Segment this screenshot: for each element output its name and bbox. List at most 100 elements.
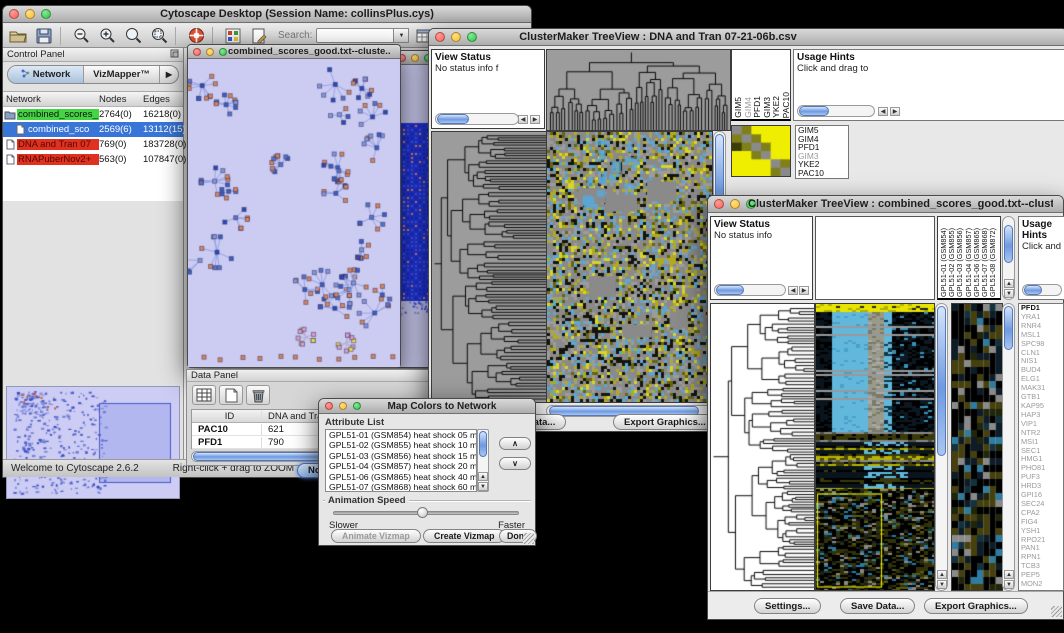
- network-table-row[interactable]: RNAPuberNov2+563(0)107847(0): [3, 152, 183, 167]
- network-table-body: combined_scores_2764(0)16218(0)combined_…: [3, 107, 183, 167]
- save-data-button[interactable]: Save Data...: [840, 598, 915, 614]
- tv1-summary-matrix-canvas[interactable]: [731, 125, 791, 177]
- tv1-row-dendrogram-canvas[interactable]: [431, 131, 547, 403]
- network-view-canvas[interactable]: [188, 59, 400, 367]
- help-icon[interactable]: [185, 26, 207, 46]
- zoom-in-icon[interactable]: [96, 26, 118, 46]
- attribute-listbox[interactable]: GPL51-01 (GSM854) heat shock 05 minGPL51…: [325, 429, 477, 492]
- settings-button[interactable]: Settings...: [754, 598, 821, 614]
- tab-vizmapper[interactable]: VizMapper™: [84, 66, 160, 83]
- export-graphics-button[interactable]: Export Graphics...: [613, 414, 717, 430]
- attribute-list-item[interactable]: GPL51-07 (GSM868) heat shock 60 min: [326, 482, 476, 492]
- network-window-titlebar[interactable]: combined_scores_good.txt--cluste...: [188, 45, 400, 59]
- treeview2-window: ClusterMaker TreeView : combined_scores_…: [707, 195, 1064, 620]
- col-id[interactable]: ID: [192, 411, 262, 422]
- close-icon[interactable]: [714, 199, 724, 209]
- network-table-row[interactable]: combined_sco2569(6)13112(15): [3, 122, 183, 137]
- attribute-list-item[interactable]: GPL51-03 (GSM856) heat shock 15 min: [326, 451, 476, 461]
- zoom-selected-icon[interactable]: [122, 26, 144, 46]
- scroll-up-icon[interactable]: ▲: [478, 472, 488, 481]
- move-down-button[interactable]: ∨: [499, 457, 531, 470]
- minimize-icon[interactable]: [339, 402, 347, 410]
- tv2-row-dendrogram-canvas[interactable]: [710, 303, 815, 591]
- scroll-up-icon[interactable]: ▲: [937, 570, 947, 579]
- minimize-icon[interactable]: [25, 9, 35, 19]
- resize-grip[interactable]: [1051, 606, 1062, 617]
- move-up-button[interactable]: ∧: [499, 437, 531, 450]
- minimize-icon[interactable]: [730, 199, 740, 209]
- slider-thumb[interactable]: [417, 507, 428, 518]
- gene-label[interactable]: MON2: [1019, 580, 1063, 589]
- network-nodes: 769(0): [99, 139, 143, 150]
- create-attribute-icon[interactable]: [219, 385, 243, 405]
- search-combobox[interactable]: ▼: [316, 28, 409, 43]
- resize-grip[interactable]: [523, 533, 534, 544]
- view-status-hscrollbar[interactable]: [435, 113, 519, 125]
- annotate-icon[interactable]: [248, 26, 270, 46]
- tv2-column-dendrogram-area[interactable]: [815, 216, 935, 300]
- birds-eye-view-canvas[interactable]: [6, 386, 180, 499]
- scroll-down-icon[interactable]: ▼: [937, 580, 947, 589]
- tv1-column-dendrogram-canvas[interactable]: [546, 49, 731, 131]
- create-vizmap-button[interactable]: Create Vizmap: [423, 529, 505, 543]
- down-arrow-label: ∨: [512, 459, 518, 468]
- minimize-icon[interactable]: [206, 48, 214, 56]
- vizmapper-icon[interactable]: [222, 26, 244, 46]
- gene-label[interactable]: PAC10: [796, 169, 848, 178]
- dialog-titlebar[interactable]: Map Colors to Network: [319, 399, 535, 414]
- scroll-left-icon[interactable]: ◀: [878, 107, 888, 116]
- zoom-window-icon[interactable]: [219, 48, 227, 56]
- close-icon[interactable]: [9, 9, 19, 19]
- tab-overflow-button[interactable]: ▶: [160, 66, 178, 83]
- scroll-up-icon[interactable]: ▲: [1004, 279, 1014, 288]
- col-network[interactable]: Network: [3, 94, 99, 105]
- col-nodes[interactable]: Nodes: [99, 94, 143, 105]
- attribute-list-item[interactable]: GPL51-01 (GSM854) heat shock 05 min: [326, 430, 476, 440]
- usage-hints-hscrollbar[interactable]: [797, 105, 875, 117]
- tv2-collabel-vscrollbar[interactable]: ▲ ▼: [1002, 216, 1015, 300]
- close-icon[interactable]: [325, 402, 333, 410]
- tv2-heatmap-vscrollbar[interactable]: ▲ ▼: [935, 303, 948, 591]
- chevron-down-icon[interactable]: ▼: [394, 28, 409, 43]
- treeview1-titlebar[interactable]: ClusterMaker TreeView : DNA and Tran 07-…: [429, 29, 1064, 46]
- tab-network[interactable]: Network: [8, 66, 84, 83]
- float-panel-icon[interactable]: [170, 49, 179, 61]
- attribute-list-item[interactable]: GPL51-02 (GSM855) heat shock 10 min: [326, 440, 476, 450]
- attribute-list-item[interactable]: GPL51-06 (GSM865) heat shock 40 min: [326, 472, 476, 482]
- scroll-left-icon[interactable]: ◀: [788, 286, 798, 295]
- scroll-right-icon[interactable]: ▶: [890, 107, 900, 116]
- scroll-down-icon[interactable]: ▼: [478, 482, 488, 491]
- network-edges: 13112(15): [143, 124, 186, 135]
- tv2-zoom-heatmap-canvas[interactable]: [951, 303, 1003, 591]
- attribute-list-item[interactable]: GPL51-04 (GSM857) heat shock 20 min: [326, 461, 476, 471]
- animate-vizmap-button[interactable]: Animate Vizmap: [331, 529, 421, 543]
- treeview2-titlebar[interactable]: ClusterMaker TreeView : combined_scores_…: [708, 196, 1063, 213]
- cytoscape-titlebar[interactable]: Cytoscape Desktop (Session Name: collins…: [3, 6, 531, 23]
- scroll-right-icon[interactable]: ▶: [799, 286, 809, 295]
- tv1-heatmap-canvas[interactable]: [546, 131, 713, 403]
- attribute-table-icon[interactable]: [192, 385, 216, 405]
- scroll-right-icon[interactable]: ▶: [530, 115, 540, 124]
- delete-attribute-icon[interactable]: [246, 385, 270, 405]
- attribute-list-vscrollbar[interactable]: ▲ ▼: [477, 429, 489, 492]
- view-status-hscrollbar[interactable]: [714, 284, 786, 296]
- tv2-zoom-vscrollbar[interactable]: ▲ ▼: [1002, 303, 1015, 591]
- usage-hints-hscrollbar[interactable]: [1022, 284, 1062, 296]
- scroll-down-icon[interactable]: ▼: [1004, 580, 1014, 589]
- scroll-left-icon[interactable]: ◀: [518, 115, 528, 124]
- minimize-icon[interactable]: [411, 54, 419, 62]
- zoom-out-icon[interactable]: [70, 26, 92, 46]
- col-edges[interactable]: Edges: [143, 94, 183, 105]
- scroll-down-icon[interactable]: ▼: [1004, 289, 1014, 298]
- tv2-heatmap-canvas[interactable]: [815, 303, 935, 591]
- zoom-fit-icon[interactable]: [148, 26, 170, 46]
- open-file-icon[interactable]: [7, 26, 29, 46]
- scroll-up-icon[interactable]: ▲: [1004, 570, 1014, 579]
- zoom-window-icon[interactable]: [41, 9, 51, 19]
- network-table-row[interactable]: combined_scores_2764(0)16218(0): [3, 107, 183, 122]
- search-input[interactable]: [316, 28, 394, 43]
- close-icon[interactable]: [193, 48, 201, 56]
- network-table-row[interactable]: DNA and Tran 07769(0)183728(0): [3, 137, 183, 152]
- export-graphics-button[interactable]: Export Graphics...: [924, 598, 1028, 614]
- save-icon[interactable]: [33, 26, 55, 46]
